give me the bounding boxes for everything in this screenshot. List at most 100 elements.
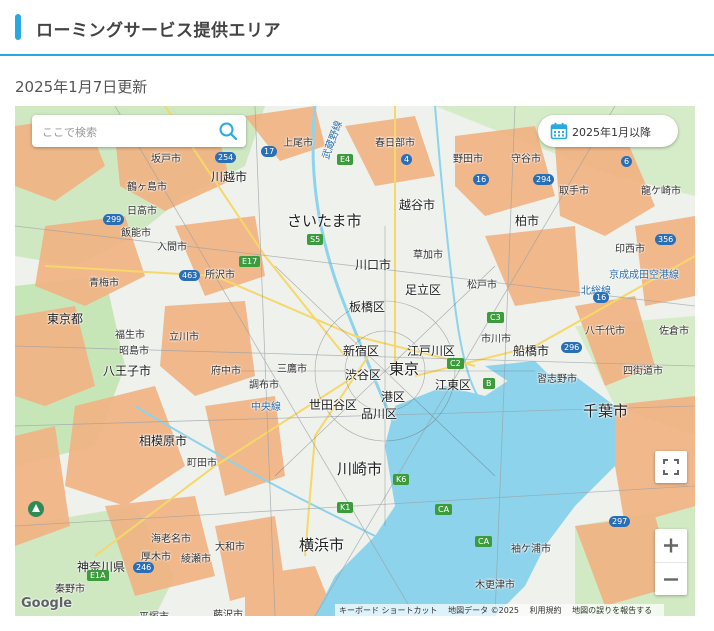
map-label-atsugi: 厚木市 bbox=[141, 552, 171, 563]
map-label-tokyo: 東京 bbox=[389, 360, 420, 378]
map-label-tsurugashima: 鶴ヶ島市 bbox=[127, 182, 167, 193]
map-label-kawaguchi: 川口市 bbox=[355, 258, 392, 272]
route-shield: 4 bbox=[401, 154, 413, 165]
map-label-tokorozawa: 所沢市 bbox=[205, 270, 235, 281]
report-error-link[interactable]: 地図の誤りを報告する bbox=[572, 606, 652, 615]
keyboard-shortcuts-link[interactable]: キーボード ショートカット bbox=[339, 606, 438, 615]
map-label-yokohama: 横浜市 bbox=[299, 536, 345, 554]
map-label-keisei-line: 京成成田空港線 bbox=[609, 270, 679, 281]
coverage-map[interactable]: さいたま市 川口市 板橋区 足立区 新宿区 東京 江戸川区 江東区 渋谷区 港区… bbox=[15, 106, 695, 616]
map-label-sakura: 佐倉市 bbox=[659, 326, 689, 337]
zoom-in-button[interactable] bbox=[655, 529, 687, 562]
map-label-fujisawa: 藤沢市 bbox=[213, 610, 243, 616]
map-label-inzai: 印西市 bbox=[615, 244, 645, 255]
map-label-hanno: 飯能市 bbox=[121, 228, 151, 239]
road-shield: K1 bbox=[337, 502, 354, 513]
park-marker-icon[interactable] bbox=[27, 500, 45, 518]
route-shield: 246 bbox=[133, 562, 155, 573]
search-icon[interactable] bbox=[218, 121, 238, 141]
map-label-minato: 港区 bbox=[381, 390, 406, 404]
map-label-akishima: 昭島市 bbox=[119, 346, 149, 357]
calendar-icon bbox=[550, 122, 568, 140]
map-canvas bbox=[15, 106, 695, 616]
minus-icon bbox=[664, 578, 678, 581]
map-search-box[interactable]: ここで検索 bbox=[32, 115, 246, 147]
map-label-narashino: 習志野市 bbox=[537, 374, 577, 385]
map-label-sodegaura: 袖ケ浦市 bbox=[511, 544, 551, 555]
map-label-sakado: 坂戸市 bbox=[151, 154, 181, 165]
route-shield: 254 bbox=[215, 152, 237, 163]
map-label-ryugasaki: 龍ケ崎市 bbox=[641, 186, 681, 197]
map-label-sagamihara: 相模原市 bbox=[139, 434, 188, 448]
route-shield: 16 bbox=[473, 174, 490, 185]
route-shield: 297 bbox=[609, 516, 631, 527]
map-label-ayase: 綾瀬市 bbox=[181, 554, 211, 565]
map-label-ebina: 海老名市 bbox=[151, 534, 191, 545]
road-shield: E1A bbox=[87, 570, 109, 581]
map-label-moriya: 守谷市 bbox=[511, 154, 541, 165]
map-label-saitama: さいたま市 bbox=[287, 212, 362, 230]
search-input[interactable]: ここで検索 bbox=[42, 124, 97, 140]
page-title: ローミングサービス提供エリア bbox=[36, 21, 281, 41]
map-label-koto: 江東区 bbox=[435, 378, 472, 392]
map-label-ome: 青梅市 bbox=[89, 278, 119, 289]
map-label-machida: 町田市 bbox=[187, 458, 217, 469]
map-label-toride: 取手市 bbox=[559, 186, 589, 197]
route-shield: 6 bbox=[621, 156, 633, 167]
road-shield: CA bbox=[475, 536, 493, 547]
map-label-hidaka: 日高市 bbox=[127, 206, 157, 217]
road-shield: C3 bbox=[487, 312, 504, 323]
map-label-noda: 野田市 bbox=[453, 154, 483, 165]
road-shield: K6 bbox=[393, 474, 410, 485]
map-label-matsudo: 松戸市 bbox=[467, 280, 497, 291]
map-label-shinagawa: 品川区 bbox=[361, 407, 398, 421]
map-label-setagaya: 世田谷区 bbox=[309, 398, 358, 412]
map-label-kisarazu: 木更津市 bbox=[475, 580, 515, 591]
fullscreen-button[interactable] bbox=[655, 451, 687, 483]
map-label-funabashi: 船橋市 bbox=[513, 344, 550, 358]
zoom-control bbox=[655, 529, 687, 595]
map-label-kasukabe: 春日部市 bbox=[375, 138, 415, 149]
map-label-adachi: 足立区 bbox=[405, 283, 442, 297]
map-label-yotsukaido: 四街道市 bbox=[623, 366, 663, 377]
route-shield: 356 bbox=[655, 234, 677, 245]
zoom-out-button[interactable] bbox=[655, 562, 687, 595]
map-label-kawagoe: 川越市 bbox=[211, 170, 248, 184]
road-shield: E17 bbox=[239, 256, 261, 267]
map-attribution: キーボード ショートカット 地図データ ©2025 利用規約 地図の誤りを報告す… bbox=[335, 604, 665, 616]
google-logo: Google bbox=[21, 596, 73, 611]
map-label-edogawa: 江戸川区 bbox=[407, 344, 456, 358]
route-shield: 294 bbox=[533, 174, 555, 185]
road-shield: E4 bbox=[337, 154, 354, 165]
map-label-yamato: 大和市 bbox=[215, 542, 245, 553]
road-shield: S5 bbox=[307, 234, 324, 245]
map-label-fussa: 福生市 bbox=[115, 330, 145, 341]
date-filter-label: 2025年1月以降 bbox=[572, 126, 651, 139]
route-shield: 463 bbox=[179, 270, 201, 281]
map-label-itabashi: 板橋区 bbox=[349, 300, 386, 314]
road-shield: CA bbox=[435, 504, 453, 515]
map-label-mitaka: 三鷹市 bbox=[277, 364, 307, 375]
date-filter-button[interactable]: 2025年1月以降 bbox=[538, 115, 678, 147]
map-label-shibuya: 渋谷区 bbox=[345, 368, 382, 382]
road-shield: B bbox=[483, 378, 495, 389]
route-shield: 299 bbox=[103, 214, 125, 225]
plus-icon bbox=[664, 538, 678, 553]
terms-link[interactable]: 利用規約 bbox=[530, 606, 562, 615]
route-shield: 16 bbox=[593, 292, 610, 303]
map-label-kashiwa: 柏市 bbox=[515, 214, 540, 228]
map-label-shinjuku: 新宿区 bbox=[343, 344, 380, 358]
fullscreen-icon bbox=[663, 459, 679, 475]
road-shield: C2 bbox=[447, 358, 464, 369]
map-label-iruma: 入間市 bbox=[157, 242, 187, 253]
map-label-ichikawa: 市川市 bbox=[481, 334, 511, 345]
header-accent-bar bbox=[15, 14, 21, 40]
map-label-chuo-line: 中央線 bbox=[251, 402, 281, 413]
map-label-hachioji: 八王子市 bbox=[103, 364, 152, 378]
map-label-chiba: 千葉市 bbox=[583, 402, 629, 420]
map-label-fuchu: 府中市 bbox=[211, 366, 241, 377]
map-label-kawasaki: 川崎市 bbox=[337, 460, 383, 478]
route-shield: 296 bbox=[561, 342, 583, 353]
map-label-hadano: 秦野市 bbox=[55, 584, 85, 595]
map-label-yachiyo: 八千代市 bbox=[585, 326, 625, 337]
